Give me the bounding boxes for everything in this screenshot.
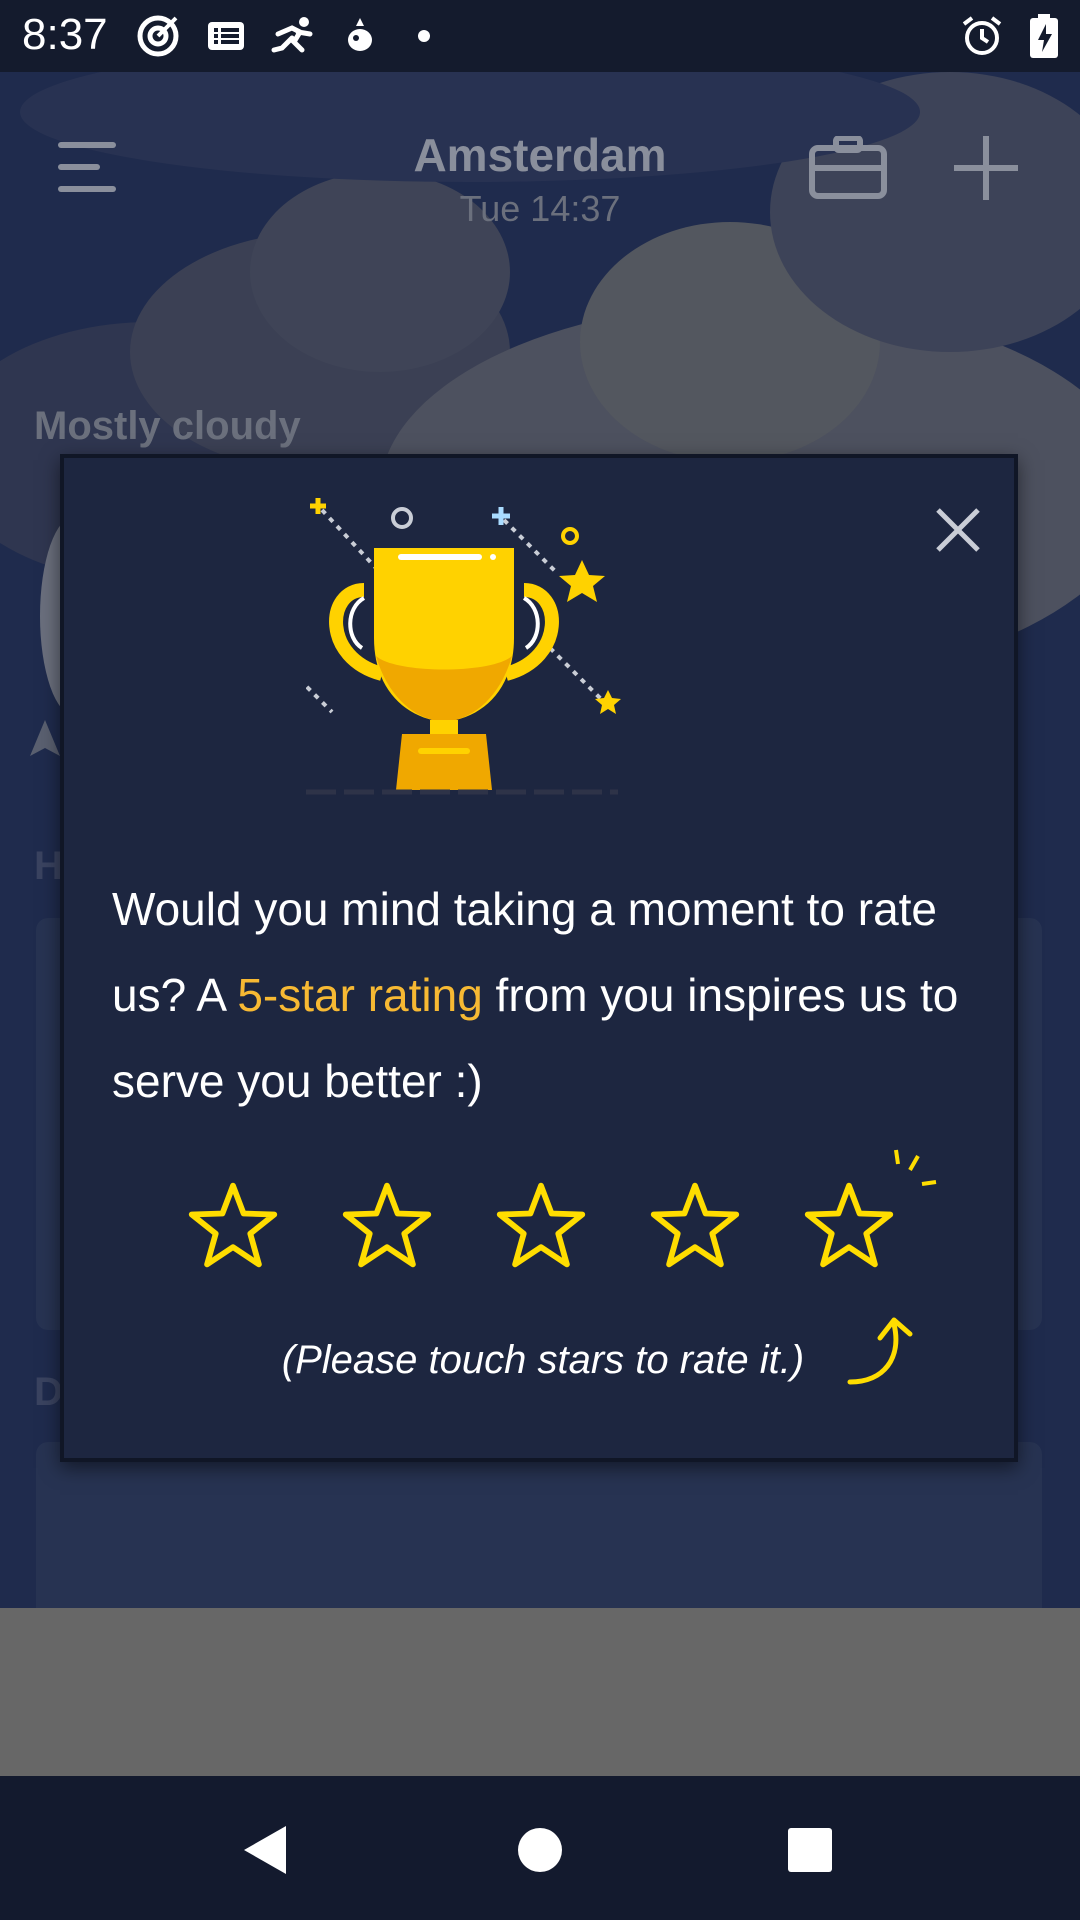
dot-icon — [418, 30, 430, 42]
sparkle-icon — [894, 1149, 937, 1186]
star-2-icon[interactable] — [338, 1178, 436, 1274]
trophy-icon — [306, 498, 621, 795]
status-time: 8:37 — [22, 10, 108, 59]
star-1-icon[interactable] — [184, 1178, 282, 1274]
navigation-bar — [0, 1776, 1080, 1920]
alarm-icon — [962, 16, 1002, 55]
target-icon — [137, 15, 179, 57]
wind-arrow-icon — [30, 720, 60, 756]
recents-button[interactable] — [766, 1806, 854, 1894]
star-4-icon[interactable] — [646, 1178, 744, 1274]
star-rating — [184, 1149, 937, 1278]
home-icon — [518, 1828, 562, 1872]
rate-message: Would you mind taking a moment to rate u… — [112, 866, 972, 1124]
add-city-icon[interactable] — [952, 134, 1020, 202]
rate-dialog: Would you mind taking a moment to rate u… — [60, 454, 1018, 1462]
ad-banner-area — [0, 1608, 1080, 1776]
star-3-icon[interactable] — [492, 1178, 590, 1274]
back-icon — [244, 1826, 286, 1874]
curved-arrow-icon — [847, 1317, 913, 1385]
battery-charging-icon — [1030, 14, 1058, 58]
runner-icon — [271, 17, 313, 53]
list-icon — [208, 22, 244, 50]
home-button[interactable] — [496, 1806, 584, 1894]
section-letter-hourly: H — [34, 844, 63, 888]
recents-icon — [788, 1828, 832, 1872]
city-title: Amsterdam — [413, 129, 667, 181]
bird-icon — [348, 18, 372, 51]
rate-message-highlight: 5-star rating — [237, 969, 483, 1021]
city-datetime: Tue 14:37 — [459, 188, 621, 229]
close-icon[interactable] — [930, 502, 986, 558]
back-button[interactable] — [222, 1806, 310, 1894]
briefcase-icon[interactable] — [808, 136, 888, 200]
weather-condition: Mostly cloudy — [34, 404, 301, 448]
status-bar: 8:37 — [0, 0, 1080, 72]
section-letter-daily: D — [34, 1370, 63, 1414]
